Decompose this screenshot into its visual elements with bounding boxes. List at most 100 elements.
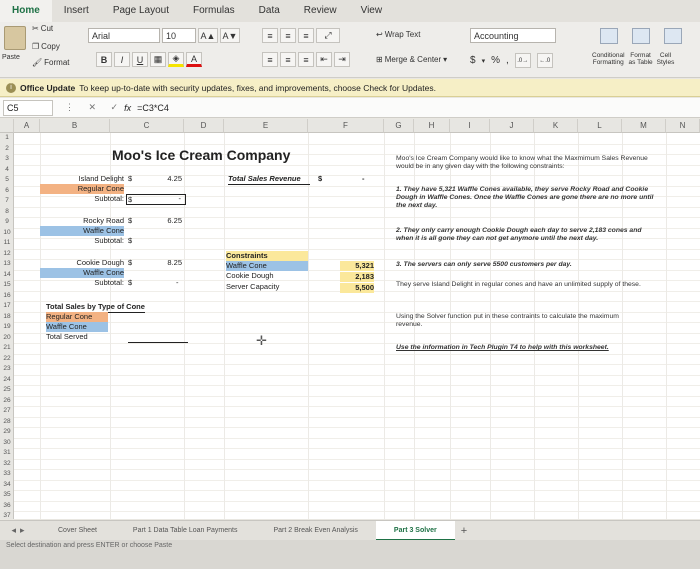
row-header[interactable]: 34 xyxy=(0,481,14,488)
tab-page-layout[interactable]: Page Layout xyxy=(101,0,181,22)
column-header-i[interactable]: I xyxy=(450,119,490,133)
cut-button[interactable]: ✂ Cut xyxy=(32,24,53,33)
decrease-decimal-icon[interactable]: ←.0 xyxy=(536,53,553,68)
instructions-note-4[interactable]: They serve Island Delight in regular con… xyxy=(396,281,648,289)
row-header[interactable]: 25 xyxy=(0,386,14,393)
number-format-select[interactable]: Accounting xyxy=(470,28,556,43)
row-header[interactable]: 22 xyxy=(0,355,14,362)
island-price[interactable]: 4.25 xyxy=(156,174,182,184)
sheet-tab-part2[interactable]: Part 2 Break Even Analysis xyxy=(255,521,375,541)
worksheet-grid[interactable]: A B C D E F G H I J K L M N 1 2 3 4 5 6 7 8 9 10 1… xyxy=(0,119,700,519)
constraint-cookie-value[interactable]: 2,183 xyxy=(340,272,374,282)
rocky-waffle-cone-label[interactable]: Waffle Cone xyxy=(40,226,124,236)
sheet-title[interactable]: Moo's Ice Cream Company xyxy=(112,147,290,163)
column-header-j[interactable]: J xyxy=(490,119,534,133)
column-header-d[interactable]: D xyxy=(184,119,224,133)
format-as-table-icon[interactable] xyxy=(632,28,650,44)
borders-icon[interactable]: ▦ xyxy=(150,52,166,67)
cookie-subtotal-value[interactable]: - xyxy=(176,278,179,288)
add-sheet-icon[interactable]: + xyxy=(461,525,467,537)
copy-button[interactable]: ❐ Copy xyxy=(32,42,60,51)
total-waffle-cone-label[interactable]: Waffle Cone xyxy=(46,322,108,332)
constraint-cookie-label[interactable]: Cookie Dough xyxy=(226,271,308,281)
underline-button[interactable]: U xyxy=(132,52,148,67)
instructions-note-5[interactable]: Using the Solver function put in these c… xyxy=(396,313,646,329)
currency-button[interactable]: $ xyxy=(470,55,476,66)
bold-button[interactable]: B xyxy=(96,52,112,67)
rocky-subtotal-dollar[interactable]: $ xyxy=(128,236,132,246)
font-name-select[interactable]: Arial xyxy=(88,28,160,43)
shrink-font-button[interactable]: A▼ xyxy=(220,28,240,43)
row-header[interactable]: 13 xyxy=(0,260,14,267)
row-header[interactable]: 37 xyxy=(0,512,14,519)
wrap-text-button[interactable]: ↩ Wrap Text xyxy=(376,30,420,39)
align-right-icon[interactable]: ≡ xyxy=(298,52,314,67)
row-header[interactable]: 5 xyxy=(0,176,14,183)
row-header[interactable]: 10 xyxy=(0,229,14,236)
cookie-subtotal-label[interactable]: Subtotal: xyxy=(40,278,124,288)
cookie-subtotal-dollar[interactable]: $ xyxy=(128,278,132,288)
island-regular-cone-label[interactable]: Regular Cone xyxy=(40,184,124,194)
tech-plugin-link[interactable]: Use the information in Tech Plugin T4 to… xyxy=(396,344,656,352)
name-box[interactable]: C5 xyxy=(3,99,53,116)
row-header[interactable]: 16 xyxy=(0,292,14,299)
font-color-icon[interactable]: A xyxy=(186,52,202,67)
row-header[interactable]: 33 xyxy=(0,470,14,477)
row-header[interactable]: 8 xyxy=(0,208,14,215)
row-header[interactable]: 1 xyxy=(0,134,14,141)
font-size-select[interactable]: 10 xyxy=(162,28,196,43)
merge-center-button[interactable]: ⊞ Merge & Center ▾ xyxy=(376,55,447,64)
sheet-tab-cover[interactable]: Cover Sheet xyxy=(40,521,115,541)
select-all-corner[interactable] xyxy=(0,119,14,133)
cookie-dough-label[interactable]: Cookie Dough xyxy=(52,258,124,268)
row-header[interactable]: 7 xyxy=(0,197,14,204)
grow-font-button[interactable]: A▲ xyxy=(198,28,218,43)
paste-button[interactable] xyxy=(4,26,26,50)
fx-icon[interactable]: fx xyxy=(124,103,131,113)
row-header[interactable]: 11 xyxy=(0,239,14,246)
fill-color-icon[interactable]: ◈ xyxy=(168,52,184,67)
constraint-server-value[interactable]: 5,500 xyxy=(340,283,374,293)
cookie-waffle-cone-label[interactable]: Waffle Cone xyxy=(40,268,124,278)
constraint-waffle-label[interactable]: Waffle Cone xyxy=(226,261,308,271)
rocky-dollar[interactable]: $ xyxy=(128,216,132,226)
column-header-e[interactable]: E xyxy=(224,119,308,133)
island-dollar[interactable]: $ xyxy=(128,174,132,184)
cell-styles-icon[interactable] xyxy=(664,28,682,44)
column-header-n[interactable]: N xyxy=(666,119,700,133)
cookie-price[interactable]: 8.25 xyxy=(156,258,182,268)
total-sales-dollar[interactable]: $ xyxy=(318,174,322,184)
row-header[interactable]: 27 xyxy=(0,407,14,414)
total-sales-value[interactable]: - xyxy=(362,174,365,184)
rocky-price[interactable]: 6.25 xyxy=(156,216,182,226)
column-header-c[interactable]: C xyxy=(110,119,184,133)
row-header[interactable]: 9 xyxy=(0,218,14,225)
tab-data[interactable]: Data xyxy=(247,0,292,22)
tab-insert[interactable]: Insert xyxy=(52,0,101,22)
percent-button[interactable]: % xyxy=(491,55,500,66)
row-header[interactable]: 24 xyxy=(0,376,14,383)
total-regular-cone-label[interactable]: Regular Cone xyxy=(46,312,108,322)
row-header[interactable]: 14 xyxy=(0,271,14,278)
row-header[interactable]: 12 xyxy=(0,250,14,257)
total-sales-revenue-label[interactable]: Total Sales Revenue xyxy=(228,174,310,185)
column-header-f[interactable]: F xyxy=(308,119,384,133)
constraint-waffle-value[interactable]: 5,321 xyxy=(340,261,374,271)
row-header[interactable]: 2 xyxy=(0,145,14,152)
align-middle-icon[interactable]: ≡ xyxy=(280,28,296,43)
row-header[interactable]: 20 xyxy=(0,334,14,341)
italic-button[interactable]: I xyxy=(114,52,130,67)
tab-home[interactable]: Home xyxy=(0,0,52,22)
decrease-indent-icon[interactable]: ⇤ xyxy=(316,52,332,67)
row-header[interactable]: 36 xyxy=(0,502,14,509)
formula-buttons[interactable]: ⋮ ✕ ✓ xyxy=(65,102,124,113)
conditional-formatting-icon[interactable] xyxy=(600,28,618,44)
row-header[interactable]: 17 xyxy=(0,302,14,309)
comma-button[interactable]: , xyxy=(506,55,509,66)
column-header-g[interactable]: G xyxy=(384,119,414,133)
sheet-tab-part3[interactable]: Part 3 Solver xyxy=(375,520,455,541)
format-painter-button[interactable]: 🖌 Format xyxy=(32,58,70,67)
row-header[interactable]: 6 xyxy=(0,187,14,194)
sheet-tab-part1[interactable]: Part 1 Data Table Loan Payments xyxy=(115,521,256,541)
instructions-intro[interactable]: Moo's Ice Cream Company would like to kn… xyxy=(396,155,652,171)
